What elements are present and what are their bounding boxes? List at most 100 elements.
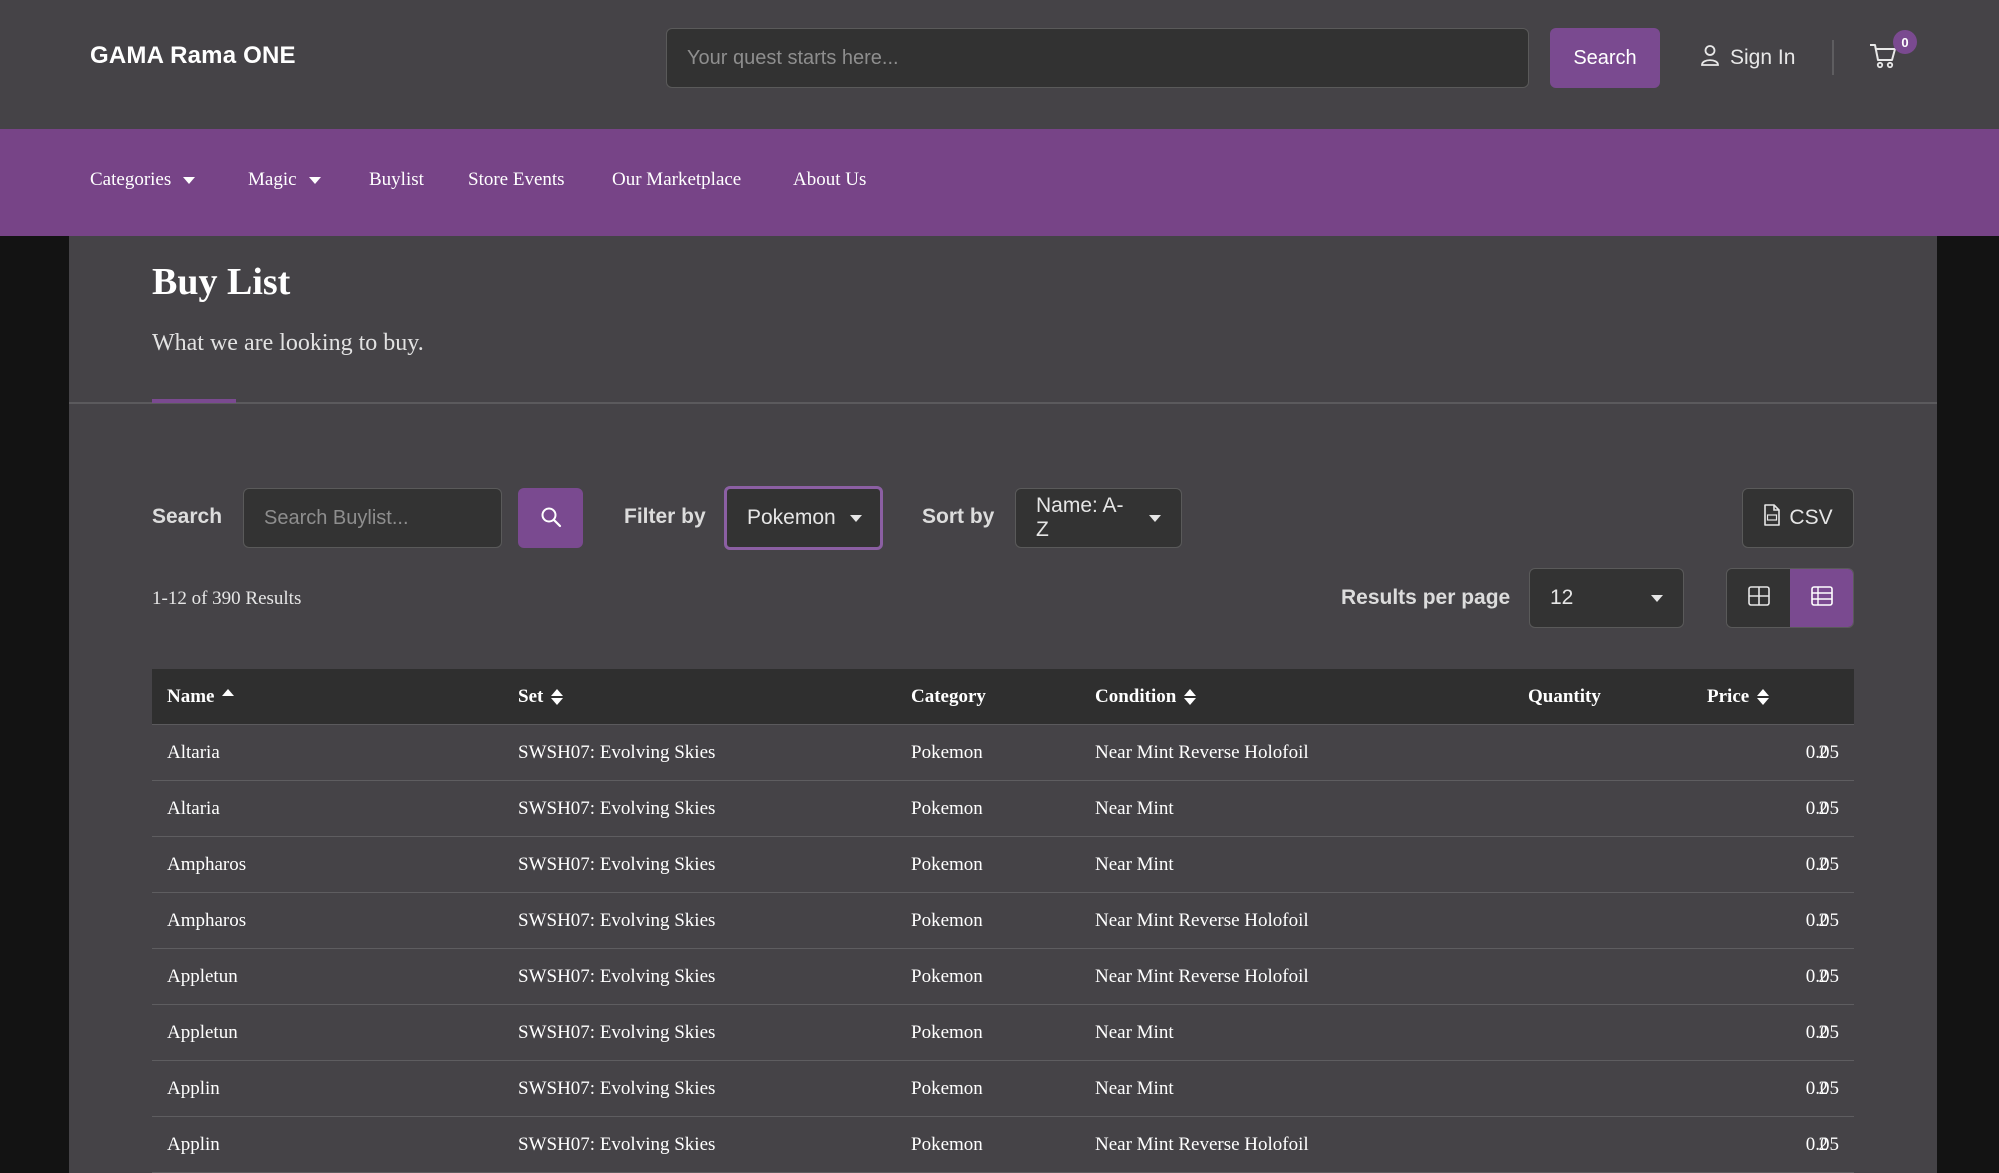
page-subtitle: What we are looking to buy.	[152, 330, 424, 356]
nav-item-buylist[interactable]: Buylist	[369, 169, 424, 191]
caret-down-icon	[1149, 514, 1161, 522]
page-title: Buy List	[152, 261, 291, 303]
table-header: Name Set Category Condition Quantity Pri…	[152, 669, 1854, 725]
table-cell-category: Pokemon	[911, 742, 983, 763]
table-cell-price: 0.05	[1805, 910, 1839, 931]
table-cell-name: Ampharos	[167, 854, 247, 875]
sort-select[interactable]: Name: A-Z	[1015, 488, 1182, 548]
table-row[interactable]: Appletun SWSH07: Evolving Skies Pokemon Nea…	[152, 949, 1854, 1005]
table-cell-set: SWSH07: Evolving Skies	[518, 910, 716, 931]
nav-label: Categories	[90, 169, 172, 190]
table-cell-condition: Near Mint	[1095, 798, 1174, 819]
table-row[interactable]: Altaria SWSH07: Evolving Skies Pokemon Near…	[152, 725, 1854, 781]
table-cell-set: SWSH07: Evolving Skies	[518, 1134, 716, 1155]
column-header-category: Category	[911, 686, 986, 707]
buylist-search-input[interactable]	[243, 488, 502, 548]
buylist-search-label: Search	[152, 505, 223, 528]
column-label: Price	[1707, 686, 1750, 707]
site-logo[interactable]: GAMA Rama ONE	[90, 42, 296, 70]
table-cell-price: 0.05	[1805, 966, 1839, 987]
per-page-value: 12	[1550, 586, 1574, 609]
sort-icon	[551, 689, 564, 705]
table-cell-condition: Near Mint Reverse Holofoil	[1095, 966, 1309, 987]
table-cell-name: Applin	[167, 1134, 220, 1155]
table-cell-price: 0.05	[1805, 1078, 1839, 1099]
results-per-page-select[interactable]: 12	[1529, 568, 1684, 628]
table-cell-price: 0.05	[1805, 1022, 1839, 1043]
results-per-page-label: Results per page	[1341, 586, 1511, 609]
caret-down-icon	[183, 176, 196, 184]
table-cell-category: Pokemon	[911, 1134, 983, 1155]
sign-in-label: Sign In	[1730, 46, 1796, 69]
column-header-quantity: Quantity	[1528, 686, 1601, 707]
grid-view-icon	[1747, 585, 1770, 611]
caret-down-icon	[1651, 594, 1663, 602]
column-label: Set	[518, 686, 544, 707]
grid-view-button[interactable]	[1727, 569, 1790, 627]
table-cell-price: 0.05	[1805, 798, 1839, 819]
csv-export-button[interactable]: CSV	[1742, 488, 1854, 548]
table-cell-name: Appletun	[167, 966, 238, 987]
table-row[interactable]: Appletun SWSH07: Evolving Skies Pokemon Nea…	[152, 1005, 1854, 1061]
column-header-set[interactable]: Set	[518, 669, 564, 725]
search-icon	[540, 506, 562, 531]
nav-item-store-events[interactable]: Store Events	[468, 169, 565, 191]
table-cell-category: Pokemon	[911, 966, 983, 987]
table-body: Altaria SWSH07: Evolving Skies Pokemon Near…	[152, 725, 1854, 1173]
list-view-button[interactable]	[1790, 569, 1853, 627]
sort-value: Name: A-Z	[1036, 494, 1124, 541]
site-search-input[interactable]	[666, 28, 1529, 88]
table-cell-set: SWSH07: Evolving Skies	[518, 742, 716, 763]
site-search-button[interactable]: Search	[1550, 28, 1660, 88]
table-row[interactable]: Applin SWSH07: Evolving Skies Pokemon Near …	[152, 1117, 1854, 1173]
table-cell-category: Pokemon	[911, 1022, 983, 1043]
nav-item-categories[interactable]: Categories	[90, 169, 196, 191]
nav-item-magic[interactable]: Magic	[248, 169, 321, 191]
main-nav: Categories Magic Buylist Store Events Ou…	[0, 129, 1999, 236]
title-accent-bar	[152, 399, 236, 403]
table-cell-category: Pokemon	[911, 798, 983, 819]
list-view-icon	[1810, 585, 1833, 611]
table-cell-condition: Near Mint Reverse Holofoil	[1095, 1134, 1309, 1155]
table-cell-price: 0.05	[1805, 1134, 1839, 1155]
table-row[interactable]: Applin SWSH07: Evolving Skies Pokemon Near …	[152, 1061, 1854, 1117]
column-header-condition[interactable]: Condition	[1095, 669, 1197, 725]
filter-value: Pokemon	[747, 506, 836, 529]
results-count: 1-12 of 390 Results	[152, 588, 302, 609]
sign-in-link[interactable]: Sign In	[1700, 40, 1795, 76]
table-cell-name: Appletun	[167, 1022, 238, 1043]
table-cell-condition: Near Mint	[1095, 1078, 1174, 1099]
table-cell-set: SWSH07: Evolving Skies	[518, 854, 716, 875]
table-cell-set: SWSH07: Evolving Skies	[518, 1078, 716, 1099]
table-cell-condition: Near Mint	[1095, 854, 1174, 875]
buylist-table: Name Set Category Condition Quantity Pri…	[152, 669, 1854, 1173]
table-cell-name: Altaria	[167, 798, 220, 819]
table-cell-category: Pokemon	[911, 910, 983, 931]
filter-select[interactable]: Pokemon	[724, 486, 883, 550]
view-toggle	[1726, 568, 1854, 628]
caret-down-icon	[308, 176, 321, 184]
nav-label: Magic	[248, 169, 297, 190]
file-csv-icon	[1763, 504, 1781, 532]
table-cell-name: Altaria	[167, 742, 220, 763]
sort-ascending-icon	[222, 689, 235, 705]
top-header: GAMA Rama ONE Search Sign In 0	[0, 0, 1999, 129]
csv-label: CSV	[1789, 506, 1833, 529]
column-header-price[interactable]: Price	[1707, 669, 1770, 725]
caret-down-icon	[849, 514, 862, 522]
table-cell-price: 0.05	[1805, 854, 1839, 875]
nav-item-our-marketplace[interactable]: Our Marketplace	[612, 169, 741, 191]
column-header-name[interactable]: Name	[167, 669, 235, 725]
table-cell-set: SWSH07: Evolving Skies	[518, 798, 716, 819]
sort-icon	[1757, 689, 1770, 705]
table-row[interactable]: Altaria SWSH07: Evolving Skies Pokemon Near…	[152, 781, 1854, 837]
table-row[interactable]: Ampharos SWSH07: Evolving Skies Pokemon Nea…	[152, 837, 1854, 893]
sort-icon	[1184, 689, 1197, 705]
column-label: Name	[167, 686, 215, 707]
nav-item-about-us[interactable]: About Us	[793, 169, 866, 191]
table-row[interactable]: Ampharos SWSH07: Evolving Skies Pokemon Nea…	[152, 893, 1854, 949]
buylist-search-button[interactable]	[518, 488, 583, 548]
table-cell-category: Pokemon	[911, 854, 983, 875]
table-cell-set: SWSH07: Evolving Skies	[518, 966, 716, 987]
filter-label: Filter by	[624, 505, 706, 528]
